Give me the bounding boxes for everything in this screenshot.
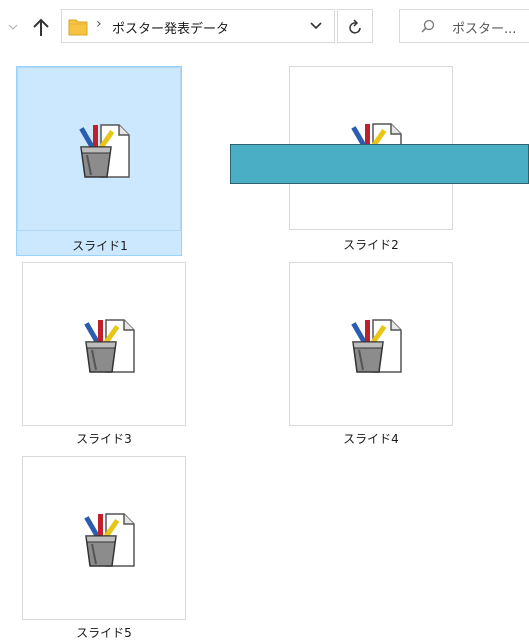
file-thumbnail [17,67,181,231]
file-thumbnail [22,262,186,426]
refresh-icon [349,19,361,34]
powerpoint-file-icon [84,513,135,567]
folder-icon [68,19,88,36]
address-bar-row: › ポスター発表データ ポスター... [0,0,529,52]
file-thumbnail [22,456,186,620]
breadcrumb[interactable]: › ポスター発表データ [61,9,335,43]
breadcrumb-separator-icon: › [96,16,102,32]
search-icon [421,19,435,33]
powerpoint-file-icon [84,319,135,373]
powerpoint-file-icon [79,124,130,178]
file-thumbnail [289,262,453,426]
file-tile-3[interactable]: スライド3 [21,262,187,452]
file-tile-4[interactable]: スライド4 [288,262,454,452]
file-name: スライド4 [343,432,399,446]
file-name: スライド5 [76,626,132,640]
file-name: スライド2 [343,238,399,252]
file-tile-5[interactable]: スライド5 [21,456,187,641]
search-placeholder: ポスター... [452,22,517,37]
overlay-bar [230,144,529,184]
file-name: スライド1 [72,239,128,253]
chevron-down-icon[interactable] [8,22,18,32]
file-tile-1[interactable]: スライド1 [16,66,182,256]
search-input[interactable]: ポスター... [399,9,529,43]
file-explorer-window: › ポスター発表データ ポスター... スライド1 スライド2 スライド3 スラ… [0,0,529,641]
file-name: スライド3 [76,432,132,446]
address-dropdown-icon[interactable] [309,21,323,31]
up-arrow-icon[interactable] [30,17,52,39]
breadcrumb-folder[interactable]: ポスター発表データ [112,18,229,37]
refresh-button[interactable] [337,9,373,43]
powerpoint-file-icon [351,319,402,373]
